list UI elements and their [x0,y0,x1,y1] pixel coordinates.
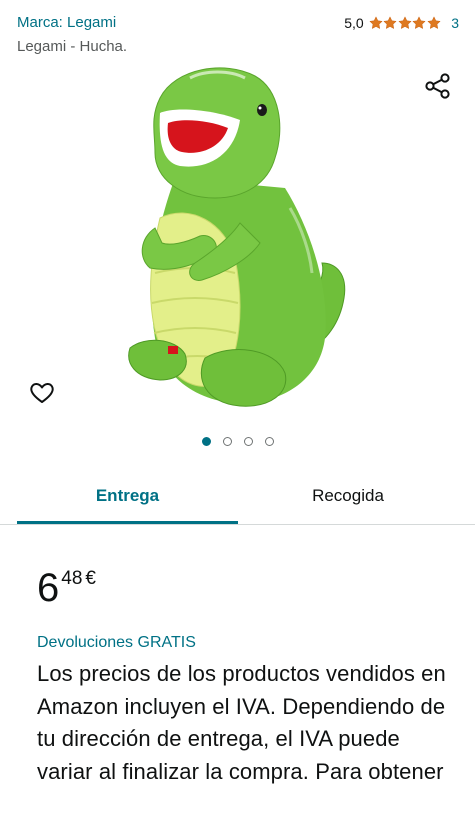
product-image[interactable] [120,58,360,418]
rating-count[interactable]: 3 [451,15,459,31]
price-fraction: 48 [61,568,83,589]
star-icon [398,16,412,29]
free-returns-link[interactable]: Devoluciones GRATIS [37,634,196,652]
share-icon[interactable] [424,72,452,100]
rating-value: 5,0 [344,15,364,31]
pagination-dot[interactable] [201,437,211,446]
price-whole: 6 [37,566,60,610]
pagination-dot[interactable] [243,437,253,446]
delivery-tabs: Entrega Recogida [0,470,475,525]
rating-stars [369,16,442,30]
tab-recogida[interactable]: Recogida [238,470,458,522]
pagination-dot[interactable] [222,437,232,446]
star-icon [427,16,441,29]
tab-entrega[interactable]: Entrega [17,470,238,524]
vat-notice: Los precios de los productos vendidos en… [37,661,446,784]
star-icon [383,16,397,29]
image-pagination[interactable] [0,437,475,446]
product-title: Legami - Hucha. [17,38,128,55]
brand-link[interactable]: Marca: Legami [17,14,116,31]
rating-summary[interactable]: 5,0 3 [344,15,459,31]
star-icon [369,16,383,29]
price-currency: € [85,568,96,589]
star-icon [412,16,426,29]
price: 6 48 € [37,566,96,610]
pagination-dot[interactable] [264,437,274,446]
heart-icon[interactable] [29,380,55,406]
